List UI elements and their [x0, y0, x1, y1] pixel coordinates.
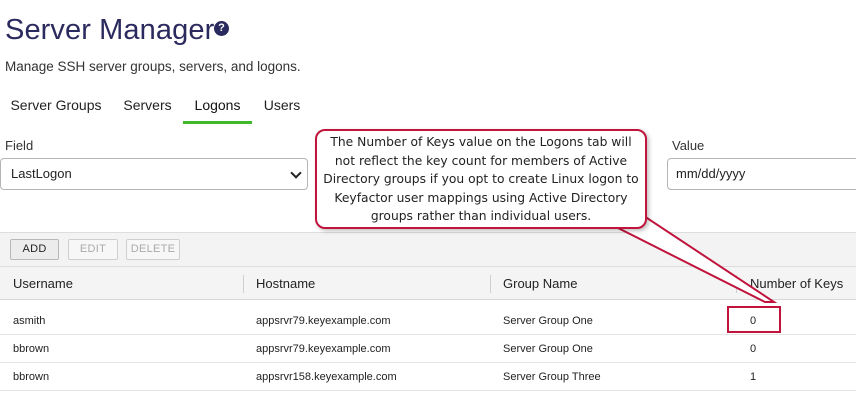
column-header-username[interactable]: Username [13, 267, 73, 301]
cell-group-name: Server Group Three [503, 371, 601, 383]
tab-users[interactable]: Users [252, 94, 312, 124]
tab-servers[interactable]: Servers [112, 94, 183, 124]
field-select-value: LastLogon [11, 166, 72, 181]
cell-username: bbrown [13, 371, 50, 383]
cell-group-name: Server Group One [503, 343, 593, 355]
toolbar: ADD EDIT DELETE [0, 232, 856, 266]
chevron-down-icon [290, 167, 302, 179]
field-select[interactable]: LastLogon [0, 158, 308, 190]
column-header-group-name[interactable]: Group Name [503, 267, 577, 301]
annotation-callout: The Number of Keys value on the Logons t… [315, 129, 647, 229]
field-label: Field [5, 138, 34, 153]
column-separator [736, 275, 737, 293]
tab-logons[interactable]: Logons [183, 94, 252, 124]
cell-hostname: appsrvr79.keyexample.com [256, 315, 391, 327]
column-separator [243, 275, 244, 293]
table-header: Username Hostname Group Name Number of K… [0, 266, 856, 300]
cell-number-of-keys: 0 [750, 343, 757, 355]
value-input[interactable]: mm/dd/yyyy [667, 158, 856, 190]
cell-username: bbrown [13, 343, 50, 355]
tab-server-groups[interactable]: Server Groups [0, 94, 112, 124]
cell-group-name: Server Group One [503, 315, 593, 327]
annotation-highlight-box [727, 306, 781, 333]
delete-button[interactable]: DELETE [126, 239, 180, 260]
help-icon[interactable]: ? [214, 21, 229, 36]
cell-username: asmith [13, 315, 46, 327]
page-subtitle: Manage SSH server groups, servers, and l… [5, 59, 301, 74]
table-row[interactable]: bbrown appsrvr79.keyexample.com Server G… [0, 335, 856, 363]
column-separator [490, 275, 491, 293]
cell-hostname: appsrvr79.keyexample.com [256, 343, 391, 355]
add-button[interactable]: ADD [10, 239, 59, 260]
column-header-hostname[interactable]: Hostname [256, 267, 315, 301]
table-row[interactable]: bbrown appsrvr158.keyexample.com Server … [0, 363, 856, 391]
column-header-number-of-keys[interactable]: Number of Keys [750, 267, 843, 301]
page-title: Server Manager [5, 14, 215, 46]
cell-hostname: appsrvr158.keyexample.com [256, 371, 397, 383]
edit-button[interactable]: EDIT [68, 239, 118, 260]
cell-number-of-keys: 1 [750, 371, 757, 383]
value-label: Value [672, 138, 705, 153]
